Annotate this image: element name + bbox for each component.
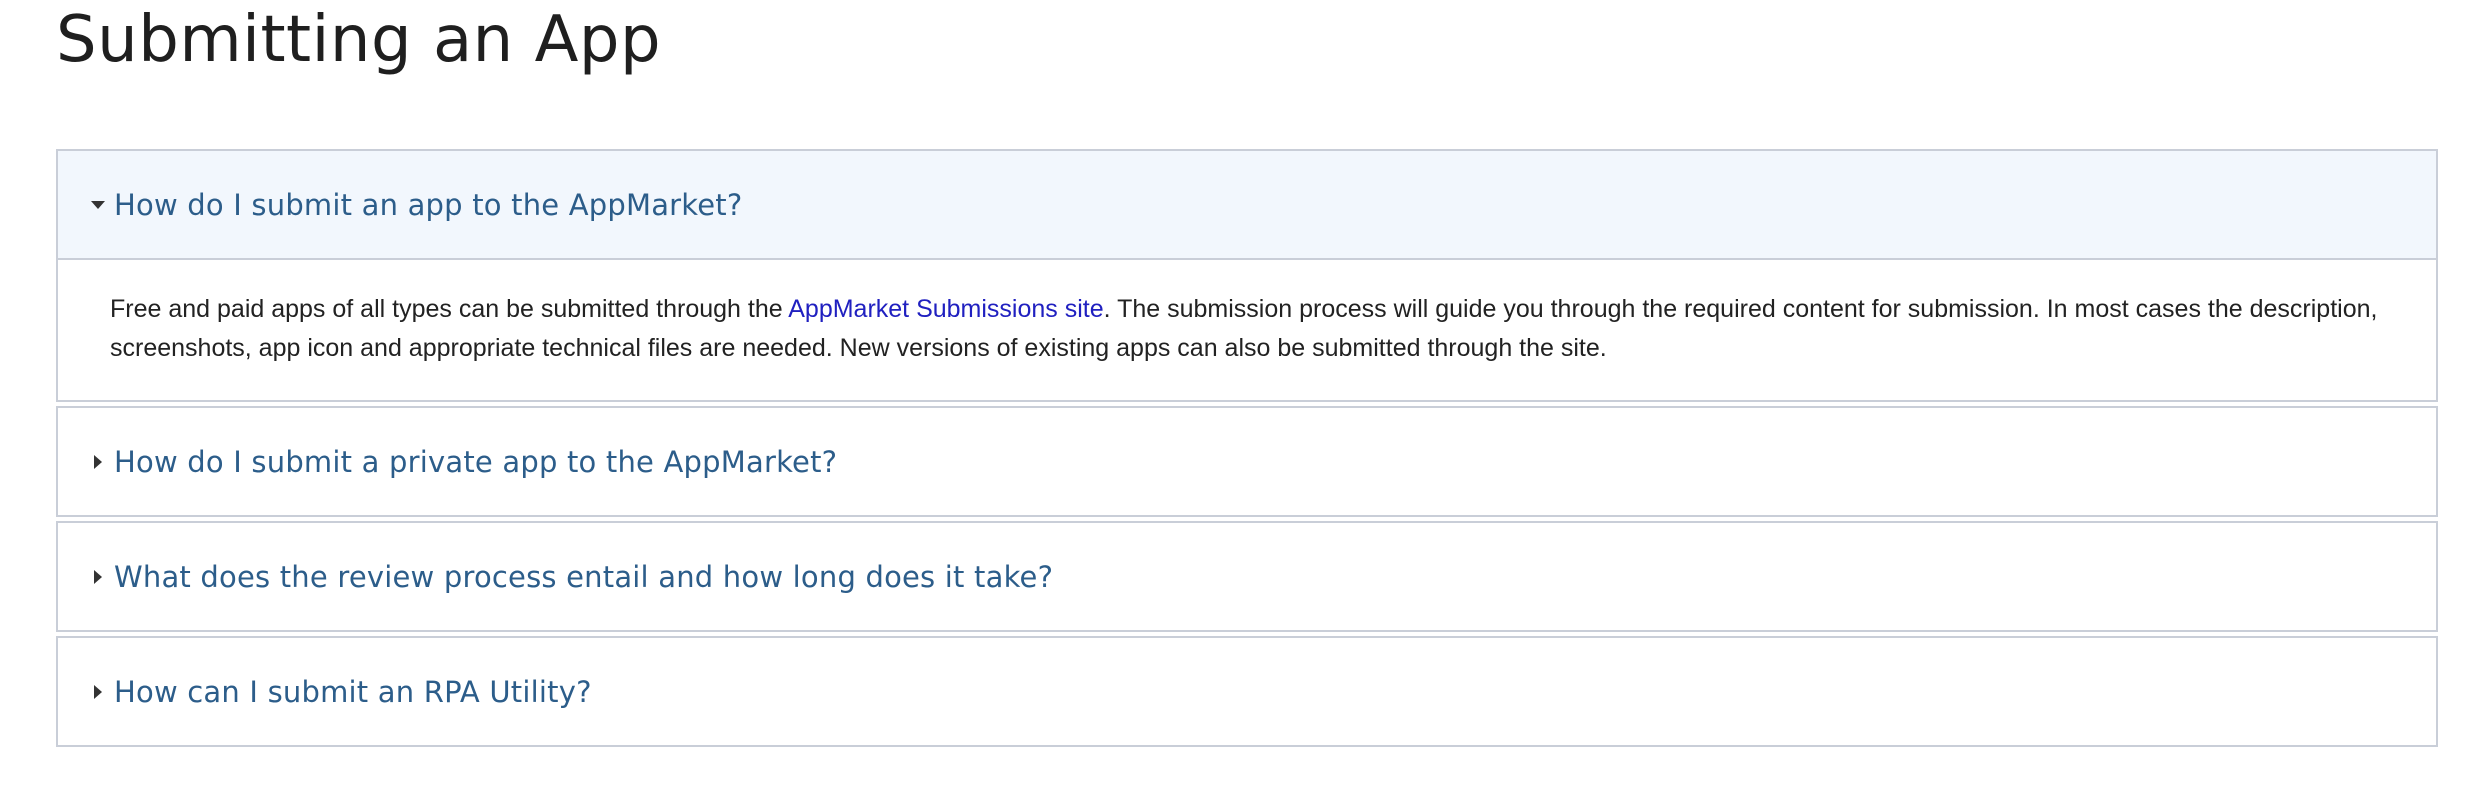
faq-question: How can I submit an RPA Utility? [114, 674, 592, 709]
faq-question: What does the review process entail and … [114, 559, 1054, 594]
faq-toggle-private-app[interactable]: How do I submit a private app to the App… [58, 408, 2436, 515]
faq-toggle-review-process[interactable]: What does the review process entail and … [58, 523, 2436, 630]
appmarket-submissions-link[interactable]: AppMarket Submissions site [788, 295, 1103, 323]
faq-item-submit-app: How do I submit an app to the AppMarket?… [56, 149, 2438, 402]
caret-right-icon [88, 684, 108, 699]
faq-answer-text: Free and paid apps of all types can be s… [110, 295, 789, 323]
caret-down-icon [88, 200, 108, 210]
faq-toggle-submit-app[interactable]: How do I submit an app to the AppMarket? [58, 151, 2436, 260]
faq-item-review-process: What does the review process entail and … [56, 521, 2438, 632]
faq-question: How do I submit a private app to the App… [114, 444, 838, 479]
caret-right-icon [88, 454, 108, 469]
page-container: Submitting an App How do I submit an app… [56, 0, 2438, 747]
page-title: Submitting an App [56, 3, 662, 77]
faq-item-private-app: How do I submit a private app to the App… [56, 406, 2438, 517]
faq-toggle-rpa-utility[interactable]: How can I submit an RPA Utility? [58, 638, 2436, 745]
faq-answer: Free and paid apps of all types can be s… [58, 260, 2436, 400]
caret-right-icon [88, 569, 108, 584]
faq-item-rpa-utility: How can I submit an RPA Utility? [56, 636, 2438, 747]
faq-question: How do I submit an app to the AppMarket? [114, 187, 743, 222]
faq-accordion: How do I submit an app to the AppMarket?… [56, 149, 2438, 751]
